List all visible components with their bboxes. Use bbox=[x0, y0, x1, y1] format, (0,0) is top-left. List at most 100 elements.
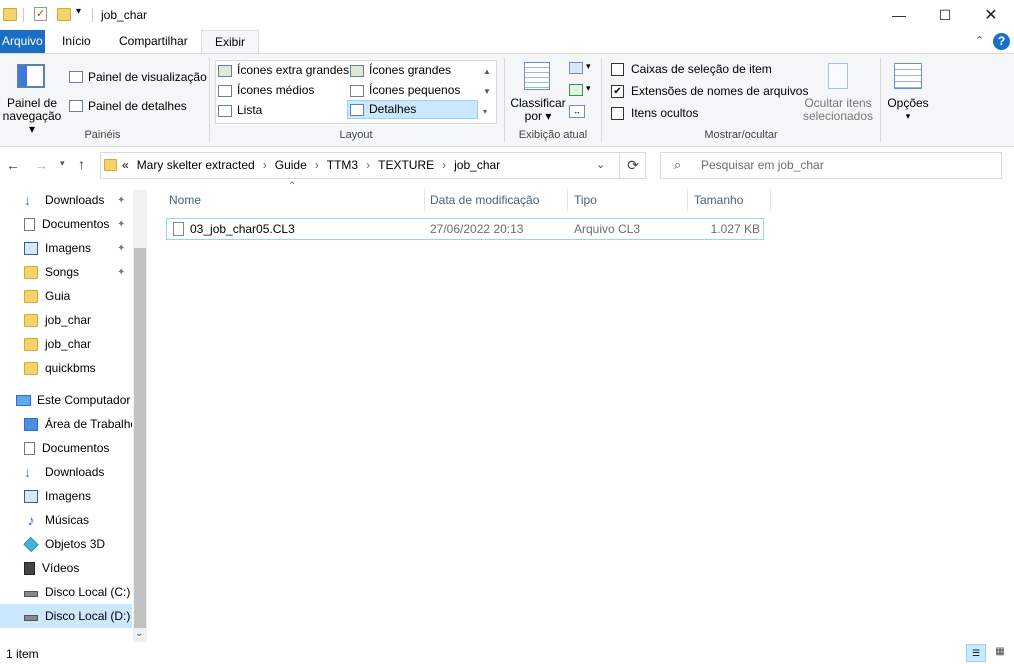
window-title: job_char bbox=[101, 8, 148, 22]
breadcrumb-chevron-icon[interactable]: › bbox=[263, 158, 267, 172]
sidebar-item-quickbms[interactable]: quickbms bbox=[0, 356, 132, 380]
layout-list[interactable]: Lista bbox=[218, 101, 262, 120]
sidebar-scrollbar-thumb[interactable] bbox=[134, 248, 146, 628]
add-columns-icon[interactable] bbox=[569, 84, 583, 96]
sidebar-item-videos[interactable]: Vídeos bbox=[0, 556, 132, 580]
pin-icon[interactable]: ✦ bbox=[117, 267, 125, 278]
group-separator bbox=[504, 58, 505, 142]
details-view-icon[interactable]: ☰ bbox=[966, 644, 986, 662]
file-icon bbox=[173, 222, 184, 236]
column-header-data[interactable]: Data de modificação bbox=[430, 186, 539, 214]
address-dropdown-icon[interactable]: ⌄ bbox=[596, 158, 605, 171]
file-extensions-checkbox[interactable]: ✔ bbox=[611, 84, 624, 98]
close-button[interactable]: ✕ bbox=[968, 0, 1014, 30]
forward-button[interactable]: → bbox=[34, 157, 48, 173]
layout-scroll-down[interactable]: ▼ bbox=[483, 82, 491, 102]
add-columns-dropdown-icon[interactable]: ▾ bbox=[586, 83, 591, 94]
item-checkboxes-label: Caixas de seleção de item bbox=[631, 62, 772, 76]
column-separator[interactable] bbox=[770, 188, 771, 212]
column-separator[interactable] bbox=[567, 188, 568, 212]
sidebar-item-downloads[interactable]: ↓ Downloads ✦ bbox=[0, 188, 132, 212]
sidebar-item-este-computador[interactable]: Este Computador bbox=[0, 388, 132, 412]
sidebar-item-job-char[interactable]: job_char bbox=[0, 308, 132, 332]
breadcrumb-item[interactable]: job_char bbox=[454, 158, 500, 172]
large-icons-view-icon[interactable]: ▦ bbox=[990, 644, 1010, 662]
breadcrumb-chevron-icon[interactable]: › bbox=[315, 158, 319, 172]
sidebar-item-downloads[interactable]: ↓ Downloads bbox=[0, 460, 132, 484]
pin-icon[interactable]: ✦ bbox=[117, 195, 125, 206]
help-icon[interactable]: ? bbox=[993, 33, 1010, 50]
sidebar-item-imagens[interactable]: Imagens ✦ bbox=[0, 236, 132, 260]
file-extensions-toggle[interactable]: ✔ Extensões de nomes de arquivos bbox=[611, 84, 808, 98]
sidebar-item-documentos[interactable]: Documentos ✦ bbox=[0, 212, 132, 236]
breadcrumb-item[interactable]: TTM3 bbox=[327, 158, 358, 172]
back-button[interactable]: ← bbox=[6, 157, 20, 173]
sidebar-item-job-char[interactable]: job_char bbox=[0, 332, 132, 356]
folder-icon bbox=[24, 361, 38, 375]
sidebar-item-musicas[interactable]: ♪ Músicas bbox=[0, 508, 132, 532]
sidebar-item-disco-c[interactable]: Disco Local (C:) bbox=[0, 580, 132, 604]
breadcrumb-item[interactable]: Mary skelter extracted bbox=[137, 158, 255, 172]
layout-details[interactable]: Detalhes bbox=[347, 100, 478, 119]
sidebar-item-label: Músicas bbox=[45, 513, 90, 527]
group-by-icon[interactable] bbox=[569, 62, 583, 74]
sort-by-button[interactable]: Classificar por ▾ bbox=[509, 97, 567, 123]
group-by-dropdown-icon[interactable]: ▾ bbox=[586, 61, 591, 72]
sidebar-item-label: job_char bbox=[45, 313, 92, 327]
column-separator[interactable] bbox=[687, 188, 688, 212]
sidebar-item-songs[interactable]: Songs ✦ bbox=[0, 260, 132, 284]
sidebar-item-disco-d[interactable]: Disco Local (D:) bbox=[0, 604, 132, 628]
drive-icon bbox=[24, 615, 38, 621]
options-dropdown-icon: ▾ bbox=[905, 111, 911, 121]
hidden-items-checkbox[interactable] bbox=[611, 106, 624, 120]
layout-medium-icons[interactable]: Ícones médios bbox=[218, 81, 314, 100]
refresh-button[interactable]: ⟳ bbox=[619, 152, 646, 179]
item-checkboxes-checkbox[interactable] bbox=[611, 62, 624, 76]
pin-icon[interactable]: ✦ bbox=[117, 219, 125, 230]
tab-compartilhar[interactable]: Compartilhar bbox=[111, 30, 196, 53]
hide-selected-button[interactable]: Ocultar itens selecionados bbox=[800, 97, 876, 123]
navigation-pane-icon[interactable] bbox=[17, 64, 45, 88]
sidebar-item-objetos-3d[interactable]: Objetos 3D bbox=[0, 532, 132, 556]
column-separator[interactable] bbox=[424, 188, 425, 212]
sidebar-item-guia[interactable]: Guia bbox=[0, 284, 132, 308]
scroll-down-arrow[interactable]: ⌄ bbox=[135, 628, 143, 639]
properties-icon[interactable]: ✓ bbox=[34, 7, 47, 21]
column-header-tipo[interactable]: Tipo bbox=[574, 186, 597, 214]
tab-arquivo[interactable]: Arquivo bbox=[0, 30, 45, 53]
breadcrumb-item[interactable]: TEXTURE bbox=[378, 158, 434, 172]
breadcrumb-chevron-icon[interactable]: › bbox=[442, 158, 446, 172]
breadcrumb-chevron-icon[interactable]: › bbox=[366, 158, 370, 172]
breadcrumb-overflow[interactable]: « bbox=[122, 158, 129, 172]
layout-scroll-up[interactable]: ▲ bbox=[483, 62, 491, 82]
layout-small-icons[interactable]: Ícones pequenos bbox=[350, 81, 460, 100]
hide-selected-icon bbox=[828, 63, 848, 89]
recent-locations-dropdown[interactable]: ▾ bbox=[60, 158, 65, 169]
sidebar-item-documentos[interactable]: Documentos bbox=[0, 436, 132, 460]
layout-large-icons[interactable]: Ícones grandes bbox=[350, 61, 451, 80]
sidebar-item-area-de-trabalho[interactable]: Área de Trabalho bbox=[0, 412, 132, 436]
new-folder-icon[interactable] bbox=[57, 8, 71, 21]
maximize-button[interactable]: ☐ bbox=[922, 0, 968, 30]
details-pane-button[interactable]: Painel de detalhes bbox=[69, 99, 187, 113]
hidden-items-toggle[interactable]: Itens ocultos bbox=[611, 106, 698, 120]
collapse-ribbon-icon[interactable]: ⌃ bbox=[975, 34, 984, 47]
pin-icon[interactable]: ✦ bbox=[117, 243, 125, 254]
minimize-button[interactable]: — bbox=[876, 0, 922, 30]
sidebar-item-imagens[interactable]: Imagens bbox=[0, 484, 132, 508]
qat-dropdown-icon[interactable]: ▾ bbox=[76, 6, 81, 17]
tab-exibir[interactable]: Exibir bbox=[201, 30, 260, 55]
layout-item-label: Ícones extra grandes bbox=[237, 63, 350, 77]
column-header-nome[interactable]: Nome bbox=[169, 186, 201, 214]
sidebar-item-label: Vídeos bbox=[42, 561, 80, 575]
up-button[interactable]: ↑ bbox=[78, 156, 85, 172]
layout-extra-large-icons[interactable]: Ícones extra grandes bbox=[218, 61, 349, 80]
tab-inicio[interactable]: Início bbox=[54, 30, 99, 53]
item-checkboxes-toggle[interactable]: Caixas de seleção de item bbox=[611, 62, 772, 76]
layout-more[interactable]: ▾ bbox=[483, 102, 487, 122]
options-button[interactable]: Opções ▾ bbox=[884, 97, 932, 123]
breadcrumb-item[interactable]: Guide bbox=[275, 158, 307, 172]
size-columns-icon[interactable]: ↔ bbox=[569, 105, 585, 118]
column-header-tamanho[interactable]: Tamanho bbox=[694, 186, 743, 214]
preview-pane-button[interactable]: Painel de visualização bbox=[69, 70, 207, 84]
